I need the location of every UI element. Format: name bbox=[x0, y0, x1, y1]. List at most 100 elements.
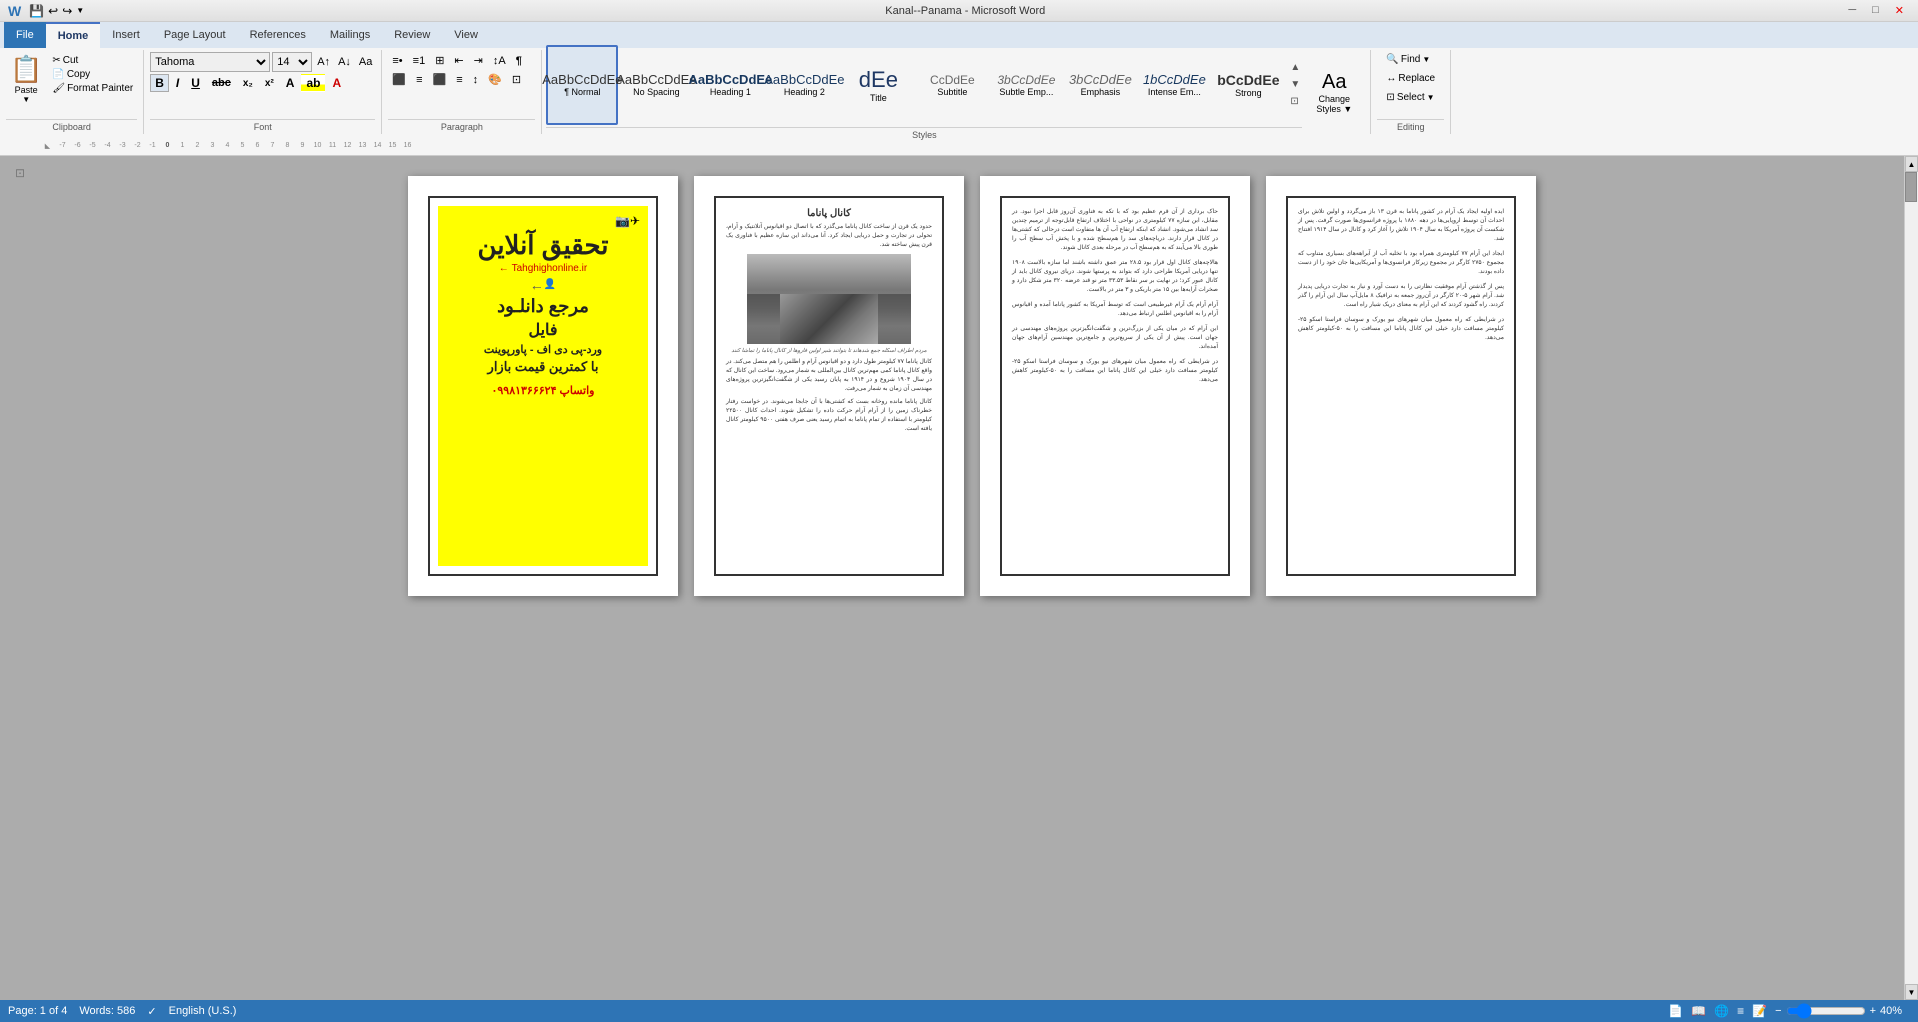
paste-label: Paste bbox=[15, 85, 38, 95]
highlight-color-btn[interactable]: ab bbox=[301, 74, 325, 92]
borders-btn[interactable]: ⊡ bbox=[508, 71, 525, 88]
save-btn[interactable]: 💾 bbox=[29, 4, 44, 18]
select-btn[interactable]: ⊡ Select ▼ bbox=[1382, 90, 1438, 105]
font-color-btn[interactable]: A bbox=[327, 74, 346, 92]
style-heading1-btn[interactable]: AaBbCcDdEe Heading 1 bbox=[694, 45, 766, 125]
styles-items-row: AaBbCcDdEe ¶ Normal AaBbCcDdEe No Spacin… bbox=[546, 45, 1302, 125]
sort-btn[interactable]: ↕A bbox=[489, 53, 510, 69]
view-normal-btn[interactable]: 📄 bbox=[1668, 1004, 1683, 1018]
clear-format-btn[interactable]: Aa bbox=[356, 55, 375, 69]
scroll-track[interactable] bbox=[1905, 172, 1918, 984]
style-no-spacing-preview: AaBbCcDdEe bbox=[616, 72, 696, 87]
italic-btn[interactable]: I bbox=[171, 74, 184, 92]
zoom-out-btn[interactable]: − bbox=[1775, 1005, 1781, 1017]
align-right-btn[interactable]: ⬛ bbox=[429, 71, 451, 88]
style-no-spacing-btn[interactable]: AaBbCcDdEe No Spacing bbox=[620, 45, 692, 125]
replace-btn[interactable]: ↔ Replace bbox=[1382, 71, 1439, 86]
numbering-btn[interactable]: ≡1 bbox=[409, 53, 430, 69]
superscript-btn[interactable]: x² bbox=[260, 76, 279, 91]
shrink-font-btn[interactable]: A↓ bbox=[335, 55, 354, 69]
font-size-select[interactable]: 14 bbox=[272, 52, 312, 72]
font-name-select[interactable]: Tahoma bbox=[150, 52, 270, 72]
cut-button[interactable]: ✂ Cut bbox=[48, 54, 137, 67]
line-spacing-btn[interactable]: ↕ bbox=[469, 72, 483, 88]
view-draft-btn[interactable]: 📝 bbox=[1752, 1004, 1767, 1018]
vertical-scrollbar[interactable]: ▲ ▼ bbox=[1904, 156, 1918, 1000]
align-left-btn[interactable]: ⬛ bbox=[388, 71, 410, 88]
font-content: Tahoma 14 A↑ A↓ Aa B I U abc x₂ x² A ab … bbox=[150, 52, 375, 117]
copy-button[interactable]: 📄 Copy bbox=[48, 68, 137, 81]
main-area: ⊡ 📷 ✈ تحقیق آنلاین Tahghighonline.ir ← ←… bbox=[0, 156, 1918, 1000]
paste-button[interactable]: 📋 Paste ▼ bbox=[6, 52, 46, 106]
style-intense-emp-btn[interactable]: 1bCcDdEe Intense Em... bbox=[1138, 45, 1210, 125]
scroll-thumb[interactable] bbox=[1905, 172, 1917, 202]
ruler-mark-11: 11 bbox=[325, 142, 340, 150]
tab-page-layout[interactable]: Page Layout bbox=[152, 22, 238, 48]
styles-scroll-down-btn[interactable]: ▼ bbox=[1288, 77, 1302, 92]
justify-btn[interactable]: ≡ bbox=[452, 72, 466, 88]
styles-scroll-up-btn[interactable]: ▲ bbox=[1288, 60, 1302, 75]
style-normal-btn[interactable]: AaBbCcDdEe ¶ Normal bbox=[546, 45, 618, 125]
select-dropdown[interactable]: ▼ bbox=[1427, 93, 1435, 102]
increase-indent-btn[interactable]: ⇥ bbox=[470, 52, 487, 69]
layout-icon[interactable]: ⊡ bbox=[15, 166, 25, 180]
minimize-btn[interactable]: ─ bbox=[1842, 4, 1862, 17]
spelling-icon[interactable]: ✓ bbox=[147, 1005, 156, 1018]
tab-review[interactable]: Review bbox=[382, 22, 442, 48]
page4-para1: ایده اولیه ایجاد یک آرام در کشور پاناما … bbox=[1298, 208, 1504, 244]
bullets-btn[interactable]: ≡• bbox=[388, 53, 406, 69]
page4-para4: در شرایطی که راه معمول میان شهرهای نیو ی… bbox=[1298, 316, 1504, 343]
tab-references[interactable]: References bbox=[238, 22, 318, 48]
tab-home[interactable]: Home bbox=[46, 22, 101, 48]
style-heading2-btn[interactable]: AaBbCcDdEe Heading 2 bbox=[768, 45, 840, 125]
restore-btn[interactable]: □ bbox=[1866, 4, 1885, 17]
align-center-btn[interactable]: ≡ bbox=[412, 72, 426, 88]
scroll-up-btn[interactable]: ▲ bbox=[1905, 156, 1918, 172]
tab-view[interactable]: View bbox=[442, 22, 490, 48]
change-styles-btn[interactable]: Aa ChangeStyles ▼ bbox=[1306, 54, 1362, 130]
bold-btn[interactable]: B bbox=[150, 74, 169, 92]
tab-insert[interactable]: Insert bbox=[100, 22, 152, 48]
font-format-row: B I U abc x₂ x² A ab A bbox=[150, 74, 346, 92]
style-subtle-emp-btn[interactable]: 3bCcDdEe Subtle Emp... bbox=[990, 45, 1062, 125]
shading-btn[interactable]: 🎨 bbox=[484, 71, 506, 88]
user-icon: 👤 bbox=[544, 279, 556, 290]
style-emphasis-btn[interactable]: 3bCcDdEe Emphasis bbox=[1064, 45, 1136, 125]
zoom-percentage[interactable]: 40% bbox=[1880, 1005, 1910, 1017]
page-4: ایده اولیه ایجاد یک آرام در کشور پاناما … bbox=[1266, 176, 1536, 596]
view-web-btn[interactable]: 🌐 bbox=[1714, 1004, 1729, 1018]
zoom-slider[interactable] bbox=[1786, 1003, 1866, 1019]
find-dropdown[interactable]: ▼ bbox=[1422, 55, 1430, 64]
decrease-indent-btn[interactable]: ⇤ bbox=[450, 52, 467, 69]
scroll-down-btn[interactable]: ▼ bbox=[1905, 984, 1918, 1000]
paste-dropdown[interactable]: ▼ bbox=[22, 95, 30, 104]
quick-access-dropdown[interactable]: ▼ bbox=[76, 6, 84, 15]
ribbon-group-font: Tahoma 14 A↑ A↓ Aa B I U abc x₂ x² A ab … bbox=[144, 50, 382, 134]
close-btn[interactable]: ✕ bbox=[1889, 4, 1910, 17]
undo-btn[interactable]: ↩ bbox=[48, 4, 58, 18]
document-scroll-area[interactable]: 📷 ✈ تحقیق آنلاین Tahghighonline.ir ← ← 👤… bbox=[40, 156, 1904, 1000]
telegram-icon: ✈ bbox=[630, 214, 640, 228]
underline-btn[interactable]: U bbox=[186, 74, 205, 92]
zoom-in-btn[interactable]: + bbox=[1870, 1005, 1876, 1017]
subscript-btn[interactable]: x₂ bbox=[238, 76, 258, 91]
strikethrough-btn[interactable]: abc bbox=[207, 75, 236, 91]
grow-font-btn[interactable]: A↑ bbox=[314, 55, 333, 69]
style-subtitle-btn[interactable]: CcDdEe Subtitle bbox=[916, 45, 988, 125]
view-outline-btn[interactable]: ≡ bbox=[1737, 1004, 1744, 1018]
find-btn[interactable]: 🔍 Find ▼ bbox=[1382, 52, 1434, 67]
format-painter-button[interactable]: 🖌 Format Painter bbox=[48, 82, 137, 95]
ruler-mark-10: 10 bbox=[310, 142, 325, 150]
tab-file[interactable]: File bbox=[4, 22, 46, 48]
page2-para2: کانال پاناما ۷۷ کیلومتر طول دارد و دو اق… bbox=[726, 358, 932, 394]
language-info[interactable]: English (U.S.) bbox=[169, 1005, 237, 1018]
styles-more-btn[interactable]: ⊡ bbox=[1288, 94, 1302, 109]
style-strong-btn[interactable]: bCcDdEe Strong bbox=[1212, 45, 1284, 125]
redo-btn[interactable]: ↪ bbox=[62, 4, 72, 18]
view-reading-btn[interactable]: 📖 bbox=[1691, 1004, 1706, 1018]
text-effects-btn[interactable]: A bbox=[281, 74, 300, 92]
multilevel-btn[interactable]: ⊞ bbox=[431, 52, 448, 69]
show-hide-btn[interactable]: ¶ bbox=[512, 53, 526, 69]
style-title-btn[interactable]: dEe Title bbox=[842, 45, 914, 125]
tab-mailings[interactable]: Mailings bbox=[318, 22, 382, 48]
